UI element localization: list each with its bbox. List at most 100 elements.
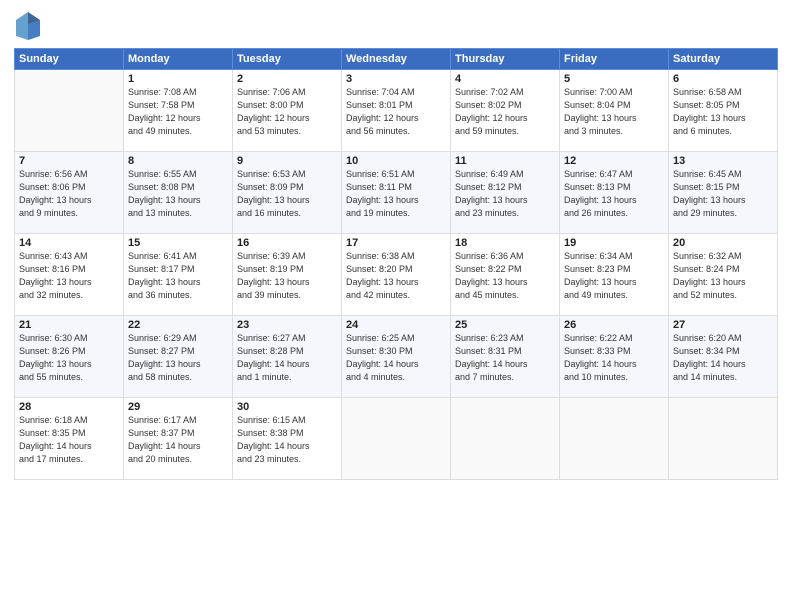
day-info: Sunrise: 6:49 AM Sunset: 8:12 PM Dayligh… xyxy=(455,168,555,220)
day-info: Sunrise: 6:22 AM Sunset: 8:33 PM Dayligh… xyxy=(564,332,664,384)
calendar-cell: 9Sunrise: 6:53 AM Sunset: 8:09 PM Daylig… xyxy=(233,152,342,234)
calendar-cell: 3Sunrise: 7:04 AM Sunset: 8:01 PM Daylig… xyxy=(342,70,451,152)
day-info: Sunrise: 6:43 AM Sunset: 8:16 PM Dayligh… xyxy=(19,250,119,302)
day-number: 6 xyxy=(673,73,773,85)
calendar-cell xyxy=(15,70,124,152)
calendar-cell: 17Sunrise: 6:38 AM Sunset: 8:20 PM Dayli… xyxy=(342,234,451,316)
calendar-cell: 28Sunrise: 6:18 AM Sunset: 8:35 PM Dayli… xyxy=(15,398,124,480)
calendar-cell: 22Sunrise: 6:29 AM Sunset: 8:27 PM Dayli… xyxy=(124,316,233,398)
day-number: 9 xyxy=(237,155,337,167)
day-info: Sunrise: 6:36 AM Sunset: 8:22 PM Dayligh… xyxy=(455,250,555,302)
calendar-cell: 4Sunrise: 7:02 AM Sunset: 8:02 PM Daylig… xyxy=(451,70,560,152)
calendar-cell: 2Sunrise: 7:06 AM Sunset: 8:00 PM Daylig… xyxy=(233,70,342,152)
calendar-cell: 6Sunrise: 6:58 AM Sunset: 8:05 PM Daylig… xyxy=(669,70,778,152)
day-number: 20 xyxy=(673,237,773,249)
day-info: Sunrise: 6:53 AM Sunset: 8:09 PM Dayligh… xyxy=(237,168,337,220)
calendar-cell: 24Sunrise: 6:25 AM Sunset: 8:30 PM Dayli… xyxy=(342,316,451,398)
calendar-week-row: 14Sunrise: 6:43 AM Sunset: 8:16 PM Dayli… xyxy=(15,234,778,316)
day-number: 21 xyxy=(19,319,119,331)
day-number: 13 xyxy=(673,155,773,167)
logo xyxy=(14,10,46,42)
day-number: 16 xyxy=(237,237,337,249)
calendar-week-row: 21Sunrise: 6:30 AM Sunset: 8:26 PM Dayli… xyxy=(15,316,778,398)
calendar-weekday-tuesday: Tuesday xyxy=(233,49,342,70)
day-number: 23 xyxy=(237,319,337,331)
calendar-cell: 15Sunrise: 6:41 AM Sunset: 8:17 PM Dayli… xyxy=(124,234,233,316)
day-info: Sunrise: 7:08 AM Sunset: 7:58 PM Dayligh… xyxy=(128,86,228,138)
day-info: Sunrise: 6:20 AM Sunset: 8:34 PM Dayligh… xyxy=(673,332,773,384)
day-number: 3 xyxy=(346,73,446,85)
day-info: Sunrise: 6:25 AM Sunset: 8:30 PM Dayligh… xyxy=(346,332,446,384)
day-info: Sunrise: 6:45 AM Sunset: 8:15 PM Dayligh… xyxy=(673,168,773,220)
calendar-cell: 14Sunrise: 6:43 AM Sunset: 8:16 PM Dayli… xyxy=(15,234,124,316)
calendar-cell: 16Sunrise: 6:39 AM Sunset: 8:19 PM Dayli… xyxy=(233,234,342,316)
day-info: Sunrise: 6:34 AM Sunset: 8:23 PM Dayligh… xyxy=(564,250,664,302)
calendar-cell: 26Sunrise: 6:22 AM Sunset: 8:33 PM Dayli… xyxy=(560,316,669,398)
day-number: 14 xyxy=(19,237,119,249)
calendar-weekday-monday: Monday xyxy=(124,49,233,70)
day-number: 12 xyxy=(564,155,664,167)
calendar-cell: 25Sunrise: 6:23 AM Sunset: 8:31 PM Dayli… xyxy=(451,316,560,398)
calendar-weekday-friday: Friday xyxy=(560,49,669,70)
calendar-cell: 29Sunrise: 6:17 AM Sunset: 8:37 PM Dayli… xyxy=(124,398,233,480)
calendar-cell xyxy=(560,398,669,480)
header xyxy=(14,10,778,42)
calendar-week-row: 1Sunrise: 7:08 AM Sunset: 7:58 PM Daylig… xyxy=(15,70,778,152)
calendar-cell: 8Sunrise: 6:55 AM Sunset: 8:08 PM Daylig… xyxy=(124,152,233,234)
day-number: 4 xyxy=(455,73,555,85)
day-info: Sunrise: 6:51 AM Sunset: 8:11 PM Dayligh… xyxy=(346,168,446,220)
day-number: 22 xyxy=(128,319,228,331)
calendar-table: SundayMondayTuesdayWednesdayThursdayFrid… xyxy=(14,48,778,480)
logo-icon xyxy=(14,10,42,42)
day-info: Sunrise: 6:23 AM Sunset: 8:31 PM Dayligh… xyxy=(455,332,555,384)
calendar-cell: 11Sunrise: 6:49 AM Sunset: 8:12 PM Dayli… xyxy=(451,152,560,234)
day-number: 11 xyxy=(455,155,555,167)
day-info: Sunrise: 6:55 AM Sunset: 8:08 PM Dayligh… xyxy=(128,168,228,220)
day-number: 26 xyxy=(564,319,664,331)
day-info: Sunrise: 7:04 AM Sunset: 8:01 PM Dayligh… xyxy=(346,86,446,138)
day-info: Sunrise: 6:30 AM Sunset: 8:26 PM Dayligh… xyxy=(19,332,119,384)
calendar-cell: 7Sunrise: 6:56 AM Sunset: 8:06 PM Daylig… xyxy=(15,152,124,234)
calendar-cell: 10Sunrise: 6:51 AM Sunset: 8:11 PM Dayli… xyxy=(342,152,451,234)
day-info: Sunrise: 6:39 AM Sunset: 8:19 PM Dayligh… xyxy=(237,250,337,302)
day-info: Sunrise: 7:06 AM Sunset: 8:00 PM Dayligh… xyxy=(237,86,337,138)
day-info: Sunrise: 6:29 AM Sunset: 8:27 PM Dayligh… xyxy=(128,332,228,384)
day-number: 18 xyxy=(455,237,555,249)
day-info: Sunrise: 6:18 AM Sunset: 8:35 PM Dayligh… xyxy=(19,414,119,466)
calendar-header-row: SundayMondayTuesdayWednesdayThursdayFrid… xyxy=(15,49,778,70)
calendar-cell: 18Sunrise: 6:36 AM Sunset: 8:22 PM Dayli… xyxy=(451,234,560,316)
day-number: 19 xyxy=(564,237,664,249)
day-number: 15 xyxy=(128,237,228,249)
day-number: 27 xyxy=(673,319,773,331)
calendar-weekday-wednesday: Wednesday xyxy=(342,49,451,70)
day-number: 25 xyxy=(455,319,555,331)
calendar-week-row: 7Sunrise: 6:56 AM Sunset: 8:06 PM Daylig… xyxy=(15,152,778,234)
calendar-cell: 23Sunrise: 6:27 AM Sunset: 8:28 PM Dayli… xyxy=(233,316,342,398)
calendar-cell: 20Sunrise: 6:32 AM Sunset: 8:24 PM Dayli… xyxy=(669,234,778,316)
calendar-cell: 30Sunrise: 6:15 AM Sunset: 8:38 PM Dayli… xyxy=(233,398,342,480)
calendar-cell: 12Sunrise: 6:47 AM Sunset: 8:13 PM Dayli… xyxy=(560,152,669,234)
day-info: Sunrise: 6:41 AM Sunset: 8:17 PM Dayligh… xyxy=(128,250,228,302)
day-info: Sunrise: 7:00 AM Sunset: 8:04 PM Dayligh… xyxy=(564,86,664,138)
calendar-cell: 19Sunrise: 6:34 AM Sunset: 8:23 PM Dayli… xyxy=(560,234,669,316)
day-info: Sunrise: 6:47 AM Sunset: 8:13 PM Dayligh… xyxy=(564,168,664,220)
day-number: 5 xyxy=(564,73,664,85)
calendar-cell xyxy=(451,398,560,480)
day-number: 29 xyxy=(128,401,228,413)
calendar-weekday-sunday: Sunday xyxy=(15,49,124,70)
day-number: 7 xyxy=(19,155,119,167)
day-info: Sunrise: 6:38 AM Sunset: 8:20 PM Dayligh… xyxy=(346,250,446,302)
calendar-cell: 5Sunrise: 7:00 AM Sunset: 8:04 PM Daylig… xyxy=(560,70,669,152)
day-number: 17 xyxy=(346,237,446,249)
day-info: Sunrise: 7:02 AM Sunset: 8:02 PM Dayligh… xyxy=(455,86,555,138)
calendar-cell: 1Sunrise: 7:08 AM Sunset: 7:58 PM Daylig… xyxy=(124,70,233,152)
day-info: Sunrise: 6:32 AM Sunset: 8:24 PM Dayligh… xyxy=(673,250,773,302)
day-info: Sunrise: 6:56 AM Sunset: 8:06 PM Dayligh… xyxy=(19,168,119,220)
day-number: 30 xyxy=(237,401,337,413)
day-number: 1 xyxy=(128,73,228,85)
page: SundayMondayTuesdayWednesdayThursdayFrid… xyxy=(0,0,792,612)
calendar-cell xyxy=(669,398,778,480)
day-number: 10 xyxy=(346,155,446,167)
day-info: Sunrise: 6:58 AM Sunset: 8:05 PM Dayligh… xyxy=(673,86,773,138)
calendar-weekday-thursday: Thursday xyxy=(451,49,560,70)
